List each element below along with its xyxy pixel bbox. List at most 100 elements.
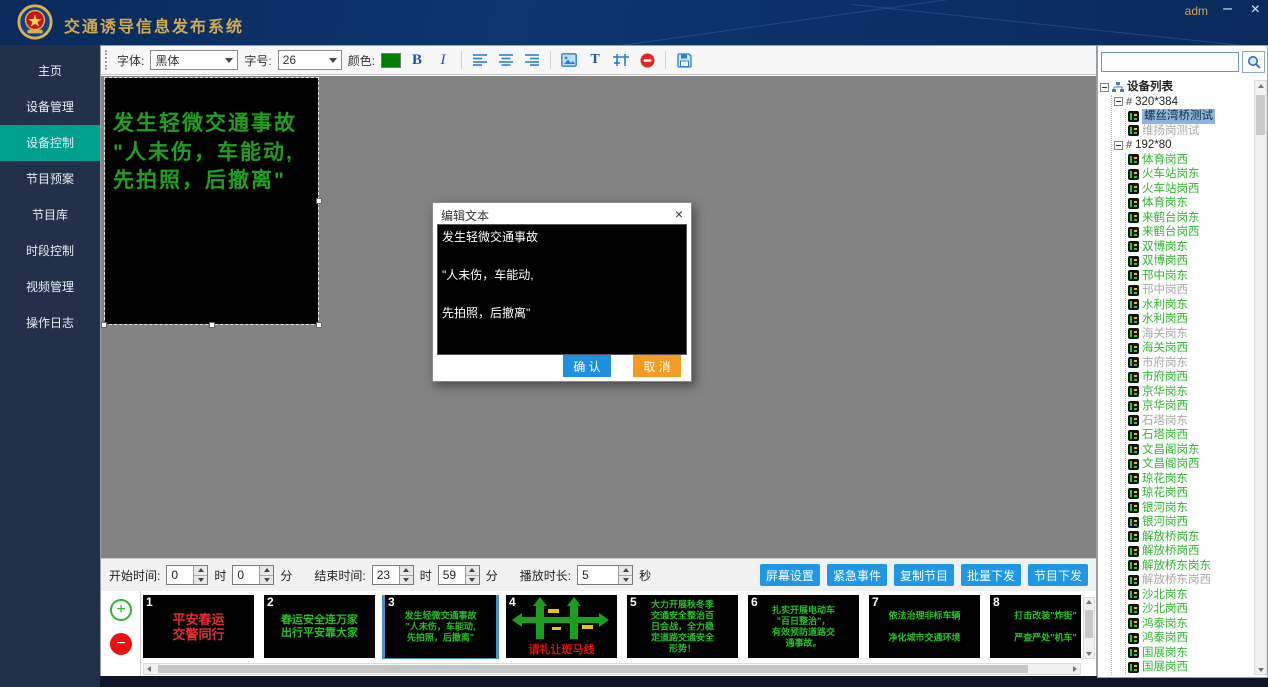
- device-item[interactable]: 石塔岗西: [1128, 428, 1252, 443]
- spinner[interactable]: [399, 566, 413, 584]
- device-item[interactable]: 水利岗东: [1128, 298, 1252, 313]
- device-item[interactable]: 解放桥东岗西: [1128, 573, 1252, 588]
- device-tree-root[interactable]: 设备列表: [1100, 80, 1252, 95]
- scrollbar-thumb[interactable]: [1085, 610, 1093, 638]
- minimize-icon[interactable]: –: [1223, 0, 1232, 18]
- toolbar-grip[interactable]: [105, 50, 109, 70]
- program-thumb[interactable]: 3发生轻微交通事故"人未伤，车能动,先拍照，后撤离": [385, 595, 496, 658]
- program-thumb[interactable]: 1平安春运交警同行: [143, 595, 254, 658]
- sidebar-item[interactable]: 节目预案: [0, 161, 100, 197]
- search-button[interactable]: [1242, 51, 1265, 73]
- device-item[interactable]: 沙北岗东: [1128, 588, 1252, 603]
- device-item[interactable]: 银河岗西: [1128, 515, 1252, 530]
- scroll-up-icon[interactable]: [1084, 598, 1094, 606]
- spin-up-icon[interactable]: [619, 566, 632, 576]
- sidebar-item[interactable]: 设备控制: [0, 125, 100, 161]
- add-program-button[interactable]: +: [110, 599, 132, 621]
- device-item[interactable]: 来鹤台岗西: [1128, 225, 1252, 240]
- device-item[interactable]: 维扬岗测试: [1128, 124, 1252, 139]
- action-button[interactable]: 紧急事件: [827, 564, 887, 586]
- font-select[interactable]: 黑体: [150, 50, 238, 70]
- device-item[interactable]: 解放桥东岗东: [1128, 559, 1252, 574]
- close-icon[interactable]: ×: [1251, 1, 1260, 19]
- resize-handle[interactable]: [101, 322, 107, 328]
- spin-down-icon[interactable]: [466, 576, 479, 585]
- device-item[interactable]: 火车站岗东: [1128, 167, 1252, 182]
- confirm-button[interactable]: 确 认: [563, 355, 611, 377]
- thumbnail-horizontal-scrollbar[interactable]: [143, 663, 1081, 675]
- align-center-button[interactable]: [496, 50, 516, 70]
- sidebar-item[interactable]: 主页: [0, 53, 100, 89]
- scroll-right-icon[interactable]: [1070, 664, 1080, 674]
- device-group[interactable]: #192*80: [1114, 138, 1252, 153]
- dialog-close-icon[interactable]: ×: [675, 206, 683, 222]
- insert-image-button[interactable]: [559, 50, 579, 70]
- start-hour-stepper[interactable]: 0: [166, 565, 208, 585]
- device-item[interactable]: 海关岗东: [1128, 327, 1252, 342]
- program-thumb[interactable]: 5大力开展秋冬季交通安全整治百日会战，全力稳定道路交通安全形势！: [627, 595, 738, 658]
- device-search-input[interactable]: [1101, 52, 1239, 72]
- scrollbar-thumb[interactable]: [1256, 95, 1265, 135]
- device-item[interactable]: 双博岗西: [1128, 254, 1252, 269]
- sidebar-item[interactable]: 视频管理: [0, 269, 100, 305]
- action-button[interactable]: 屏幕设置: [760, 564, 820, 586]
- font-size-select[interactable]: 26: [278, 50, 342, 70]
- device-item[interactable]: 鸿泰岗西: [1128, 631, 1252, 646]
- spin-up-icon[interactable]: [260, 566, 273, 576]
- scrollbar-thumb[interactable]: [158, 665, 1028, 673]
- device-item[interactable]: 螺丝湾桥测试: [1128, 109, 1252, 124]
- tree-vertical-scrollbar[interactable]: [1254, 80, 1267, 675]
- end-minute-stepper[interactable]: 59: [438, 565, 480, 585]
- start-minute-stepper[interactable]: 0: [232, 565, 274, 585]
- spinner[interactable]: [193, 566, 207, 584]
- program-thumb[interactable]: 2春运安全连万家出行平安靠大家: [264, 595, 375, 658]
- device-item[interactable]: 解放桥岗西: [1128, 544, 1252, 559]
- sidebar-item[interactable]: 时段控制: [0, 233, 100, 269]
- led-preview[interactable]: 发生轻微交通事故 "人未伤，车能动, 先拍照，后撤离": [105, 78, 318, 324]
- remove-program-button[interactable]: −: [110, 633, 132, 655]
- device-item[interactable]: 京华岗东: [1128, 385, 1252, 400]
- action-button[interactable]: 节目下发: [1028, 564, 1088, 586]
- device-item[interactable]: 海关岗西: [1128, 341, 1252, 356]
- device-item[interactable]: 火车站岗西: [1128, 182, 1252, 197]
- device-item[interactable]: 京华岗西: [1128, 399, 1252, 414]
- device-item[interactable]: 体育岗西: [1128, 153, 1252, 168]
- device-item[interactable]: 文昌阁岗西: [1128, 457, 1252, 472]
- resize-handle[interactable]: [316, 322, 322, 328]
- sidebar-item[interactable]: 操作日志: [0, 305, 100, 341]
- device-item[interactable]: 邗中岗东: [1128, 269, 1252, 284]
- insert-road-sign-button[interactable]: [611, 50, 631, 70]
- device-item[interactable]: 国展岗西: [1128, 660, 1252, 675]
- insert-text-button[interactable]: T: [585, 50, 605, 70]
- device-item[interactable]: 市府岗西: [1128, 370, 1252, 385]
- scroll-down-icon[interactable]: [1084, 650, 1094, 658]
- device-item[interactable]: 水利岗西: [1128, 312, 1252, 327]
- action-button[interactable]: 复制节目: [894, 564, 954, 586]
- spin-up-icon[interactable]: [466, 566, 479, 576]
- device-item[interactable]: 鸿泰岗东: [1128, 617, 1252, 632]
- program-thumb[interactable]: 8打击改装"炸街" 严查严处"机车": [990, 595, 1081, 658]
- program-thumb[interactable]: 4请礼让斑马线: [506, 595, 617, 658]
- resize-handle[interactable]: [316, 198, 322, 204]
- color-swatch[interactable]: [381, 53, 401, 68]
- spinner[interactable]: [618, 566, 632, 584]
- device-item[interactable]: 来鹤台岗东: [1128, 211, 1252, 226]
- device-item[interactable]: 文昌阁岗东: [1128, 443, 1252, 458]
- end-hour-stepper[interactable]: 23: [372, 565, 414, 585]
- spin-down-icon[interactable]: [260, 576, 273, 585]
- device-item[interactable]: 银河岗东: [1128, 501, 1252, 516]
- led-selection[interactable]: 发生轻微交通事故 "人未伤，车能动, 先拍照，后撤离": [104, 77, 319, 325]
- scroll-down-icon[interactable]: [1255, 665, 1266, 674]
- program-thumb[interactable]: 6扎实开展电动车"百日整治"，有效预防道路交通事故。: [748, 595, 859, 658]
- device-item[interactable]: 邗中岗西: [1128, 283, 1252, 298]
- spin-down-icon[interactable]: [194, 576, 207, 585]
- device-item[interactable]: 石塔岗东: [1128, 414, 1252, 429]
- bold-button[interactable]: B: [407, 50, 427, 70]
- align-right-button[interactable]: [522, 50, 542, 70]
- thumbnail-vertical-scrollbar[interactable]: [1083, 597, 1095, 659]
- spinner[interactable]: [465, 566, 479, 584]
- device-item[interactable]: 沙北岗西: [1128, 602, 1252, 617]
- sidebar-item[interactable]: 节目库: [0, 197, 100, 233]
- spinner[interactable]: [259, 566, 273, 584]
- scroll-left-icon[interactable]: [144, 664, 154, 674]
